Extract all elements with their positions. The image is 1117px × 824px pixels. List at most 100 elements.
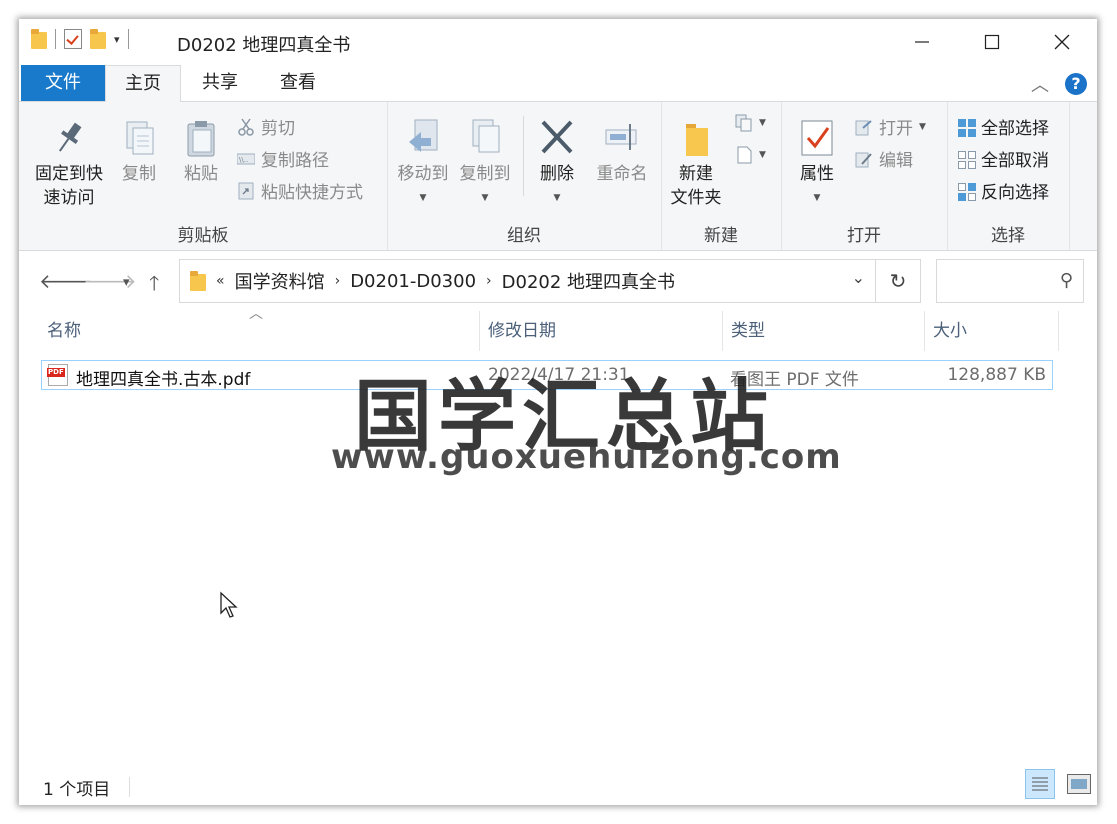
mouse-cursor-icon bbox=[220, 591, 238, 618]
column-header-size[interactable]: 大小 bbox=[925, 311, 1059, 351]
status-bar: 1 个项目 bbox=[19, 769, 1097, 805]
up-button[interactable]: 🡑 bbox=[149, 269, 159, 303]
watermark-url: www.guoxuehuizong.com bbox=[331, 437, 842, 477]
move-to-icon bbox=[405, 118, 441, 158]
search-input[interactable]: ⚲ bbox=[936, 259, 1084, 303]
chevron-down-icon: ▼ bbox=[919, 121, 926, 132]
invert-selection-button[interactable]: 反向选择 bbox=[957, 178, 1049, 203]
properties-button[interactable]: 属性 ▼ bbox=[791, 118, 843, 210]
large-icons-view-button[interactable] bbox=[1067, 774, 1091, 794]
open-icon bbox=[855, 118, 873, 136]
quick-access-toolbar: ▾ bbox=[31, 29, 129, 49]
tab-home[interactable]: 主页 bbox=[105, 65, 181, 103]
overflow-crumb[interactable]: « bbox=[216, 273, 225, 289]
invert-selection-icon bbox=[957, 182, 976, 201]
select-all-button[interactable]: 全部选择 bbox=[957, 114, 1049, 139]
file-name: 地理四真全书.古本.pdf bbox=[76, 370, 251, 390]
breadcrumb-item[interactable]: D0201-D0300 bbox=[350, 271, 476, 292]
copy-to-icon bbox=[467, 118, 503, 158]
easy-access-button[interactable]: ▼ bbox=[735, 146, 766, 164]
select-none-label: 全部取消 bbox=[981, 151, 1049, 171]
select-none-button[interactable]: 全部取消 bbox=[957, 146, 1049, 171]
chevron-down-icon: ▼ bbox=[759, 150, 766, 160]
properties-icon[interactable] bbox=[64, 29, 82, 49]
new-folder-label-2: 文件夹 bbox=[670, 188, 722, 208]
chevron-down-icon[interactable]: ⌄ bbox=[852, 268, 865, 287]
paste-label: 粘贴 bbox=[184, 164, 218, 184]
edit-label: 编辑 bbox=[879, 151, 913, 171]
chevron-right-icon[interactable]: › bbox=[486, 273, 492, 289]
group-label-organize: 组织 bbox=[507, 226, 541, 246]
maximize-button[interactable] bbox=[957, 19, 1027, 65]
copy-path-label: 复制路径 bbox=[261, 151, 329, 171]
refresh-icon: ↻ bbox=[889, 269, 907, 293]
chevron-down-icon: ▼ bbox=[553, 193, 561, 203]
recent-locations-button[interactable]: ▾ bbox=[123, 275, 130, 290]
group-label-clipboard: 剪贴板 bbox=[177, 226, 229, 246]
delete-icon bbox=[539, 118, 575, 158]
column-header-type[interactable]: 类型 bbox=[723, 311, 925, 351]
copy-to-button[interactable]: 复制到 ▼ bbox=[455, 118, 515, 210]
pin-quick-access-button[interactable]: 固定到快 速访问 bbox=[27, 118, 111, 210]
properties-label: 属性 bbox=[800, 164, 834, 184]
paste-shortcut-icon bbox=[237, 182, 255, 200]
close-button[interactable] bbox=[1027, 19, 1097, 65]
rename-label: 重命名 bbox=[596, 164, 648, 184]
delete-button[interactable]: 删除 ▼ bbox=[533, 118, 581, 210]
copy-button[interactable]: 复制 bbox=[113, 118, 165, 186]
paste-shortcut-button[interactable]: 粘贴快捷方式 bbox=[237, 178, 363, 203]
title-bar: ▾ D0202 地理四真全书 bbox=[19, 19, 1097, 65]
open-button[interactable]: 打开 ▼ bbox=[855, 114, 926, 139]
customize-toolbar-icon[interactable]: ▾ bbox=[114, 33, 120, 46]
column-header-modified[interactable]: 修改日期 bbox=[480, 311, 723, 351]
rename-button[interactable]: 重命名 bbox=[589, 118, 655, 186]
pin-label-2: 速访问 bbox=[43, 188, 95, 208]
maximize-icon bbox=[984, 34, 1000, 50]
new-item-button[interactable]: ▼ bbox=[735, 114, 766, 132]
address-bar[interactable]: « 国学资料馆 › D0201-D0300 › D0202 地理四真全书 ⌄ bbox=[179, 259, 876, 303]
breadcrumb-item[interactable]: 国学资料馆 bbox=[235, 268, 325, 294]
divider bbox=[129, 777, 130, 797]
minimize-button[interactable] bbox=[887, 19, 957, 65]
pdf-file-icon: PDF bbox=[47, 364, 68, 386]
refresh-button[interactable]: ↻ bbox=[876, 259, 921, 303]
folder-icon bbox=[190, 271, 206, 291]
tab-share[interactable]: 共享 bbox=[185, 65, 255, 101]
new-folder-label-1: 新建 bbox=[679, 164, 713, 184]
edit-button[interactable]: 编辑 bbox=[855, 146, 913, 171]
ribbon: 固定到快 速访问 复制 粘贴 剪切 \\.. 复制路径 粘贴快捷方式 剪贴板 移… bbox=[19, 102, 1097, 251]
group-open: 属性 ▼ 打开 ▼ 编辑 打开 bbox=[781, 102, 948, 250]
group-new: 新建 文件夹 ▼ ▼ 新建 bbox=[661, 102, 782, 250]
new-folder-button[interactable]: 新建 文件夹 bbox=[665, 118, 727, 210]
help-icon[interactable]: ? bbox=[1065, 73, 1087, 95]
copy-icon bbox=[121, 118, 157, 158]
paste-button[interactable]: 粘贴 bbox=[175, 118, 227, 186]
details-view-icon bbox=[1032, 777, 1048, 791]
scissors-icon bbox=[237, 118, 255, 136]
tab-file[interactable]: 文件 bbox=[21, 65, 105, 101]
column-header-name[interactable]: 名称 bbox=[39, 311, 480, 351]
copy-path-button[interactable]: \\.. 复制路径 bbox=[236, 146, 329, 171]
chevron-right-icon[interactable]: › bbox=[335, 273, 341, 289]
edit-icon bbox=[855, 150, 873, 168]
ribbon-tabs: 文件 主页 共享 查看 ︿ ? bbox=[19, 65, 1097, 103]
file-size: 128,887 KB bbox=[947, 365, 1046, 385]
details-view-button[interactable] bbox=[1025, 769, 1055, 799]
move-to-button[interactable]: 移动到 ▼ bbox=[393, 118, 453, 210]
collapse-ribbon-icon[interactable]: ︿ bbox=[1031, 71, 1049, 97]
chevron-down-icon: ▼ bbox=[759, 118, 766, 128]
navigation-bar: 🡐 🡒 ▾ 🡑 « 国学资料馆 › D0201-D0300 › D0202 地理… bbox=[19, 251, 1097, 311]
tab-view[interactable]: 查看 bbox=[263, 65, 333, 101]
breadcrumb-item[interactable]: D0202 地理四真全书 bbox=[502, 268, 675, 294]
new-folder-icon[interactable] bbox=[90, 29, 106, 49]
select-all-label: 全部选择 bbox=[981, 119, 1049, 139]
cut-button[interactable]: 剪切 bbox=[237, 114, 295, 139]
select-all-icon bbox=[957, 118, 976, 137]
move-to-label: 移动到 bbox=[397, 164, 449, 184]
explorer-window: ▾ D0202 地理四真全书 文件 主页 共享 查看 ︿ ? 固定到快 速访问 … bbox=[19, 19, 1097, 805]
window-title: D0202 地理四真全书 bbox=[177, 35, 351, 56]
group-label-select: 选择 bbox=[991, 226, 1025, 246]
group-label-new: 新建 bbox=[704, 226, 738, 246]
large-icons-view-icon bbox=[1071, 779, 1087, 789]
group-select: 全部选择 全部取消 反向选择 选择 bbox=[947, 102, 1070, 250]
